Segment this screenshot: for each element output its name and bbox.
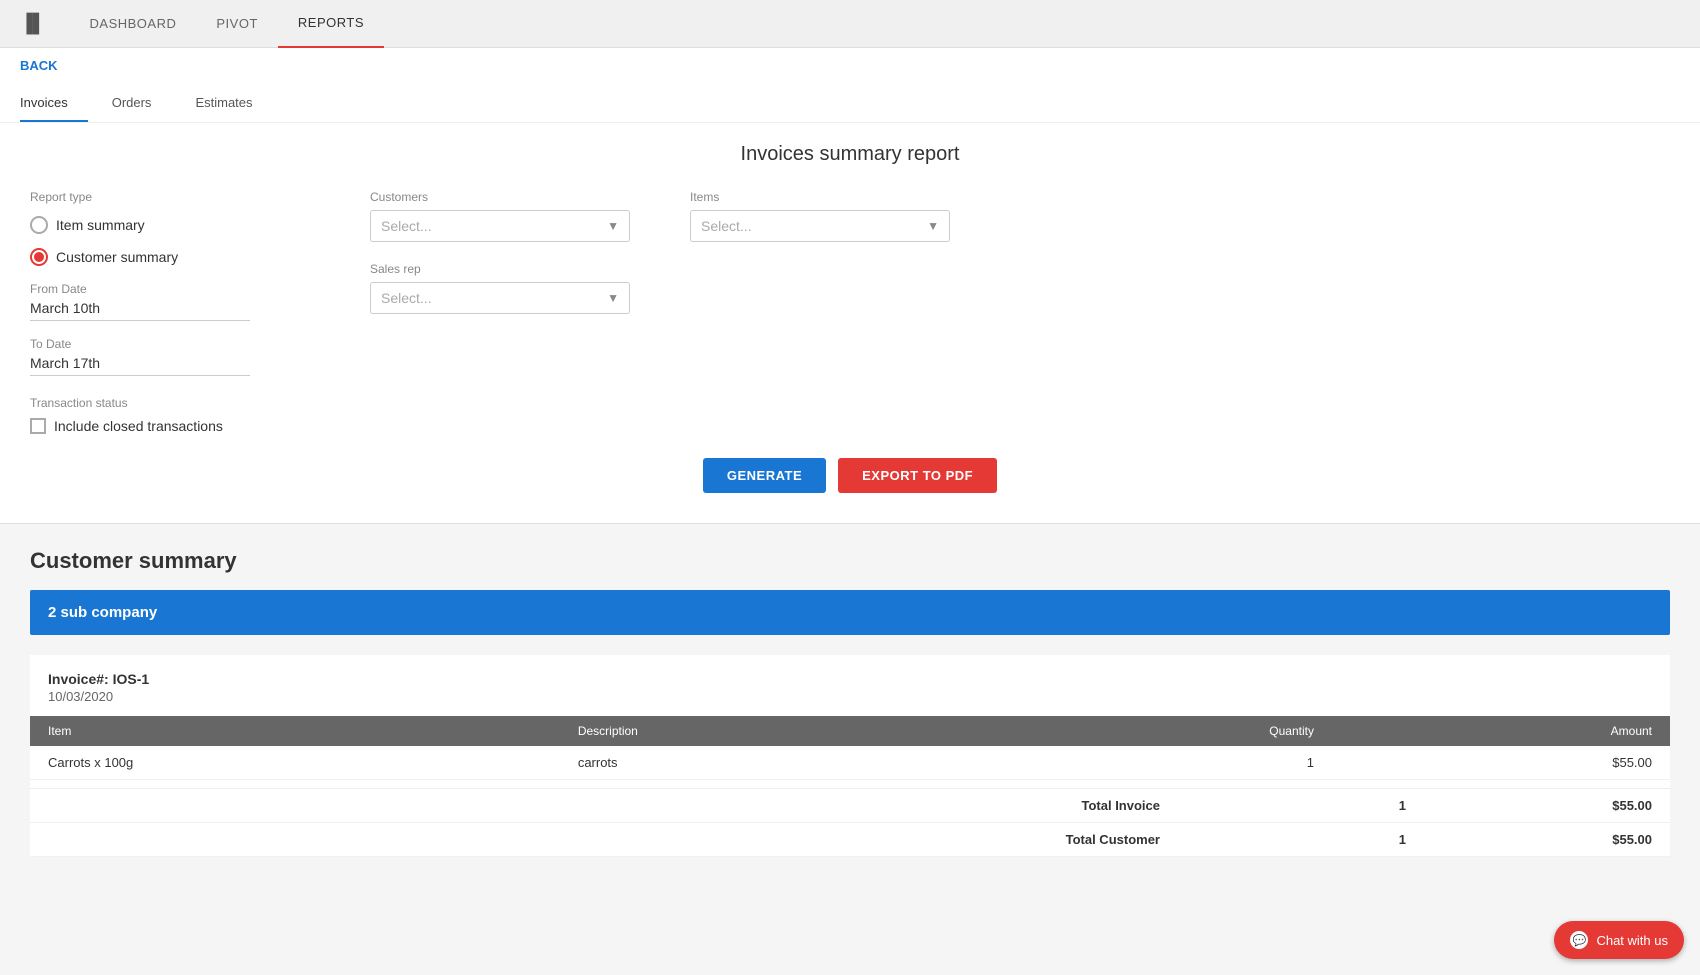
include-closed-checkbox[interactable]: Include closed transactions (30, 418, 330, 434)
col-item: Item (30, 716, 560, 746)
to-date-field: To Date March 17th (30, 337, 330, 376)
sales-rep-select[interactable]: Select... ▼ (370, 282, 630, 314)
total-customer-amount: $55.00 (1424, 823, 1670, 857)
transaction-status-label: Transaction status (30, 396, 330, 410)
sales-rep-dropdown-group: Sales rep Select... ▼ (370, 262, 1670, 314)
cell-description: carrots (560, 746, 980, 780)
invoice-date: 10/03/2020 (48, 689, 1652, 704)
cell-quantity: 1 (979, 746, 1332, 780)
total-invoice-qty: 1 (1178, 789, 1424, 823)
items-placeholder: Select... (701, 218, 752, 234)
items-select[interactable]: Select... ▼ (690, 210, 950, 242)
items-dropdown-group: Items Select... ▼ (690, 190, 950, 242)
report-title: Invoices summary report (30, 143, 1670, 166)
total-invoice-summary-row: Total Invoice 1 $55.00 (30, 789, 1670, 823)
include-closed-label: Include closed transactions (54, 418, 223, 434)
from-date-label: From Date (30, 282, 330, 296)
sales-rep-label: Sales rep (370, 262, 1670, 276)
results-area: Customer summary 2 sub company Invoice#:… (0, 524, 1700, 897)
report-form: Invoices summary report Report type Item… (0, 123, 1700, 524)
customers-select[interactable]: Select... ▼ (370, 210, 630, 242)
back-link[interactable]: BACK (0, 48, 1700, 83)
tab-estimates[interactable]: Estimates (195, 83, 272, 122)
from-date-value[interactable]: March 10th (30, 300, 250, 321)
from-date-field: From Date March 10th (30, 282, 330, 321)
to-date-value[interactable]: March 17th (30, 355, 250, 376)
col-quantity: Quantity (979, 716, 1332, 746)
items-dropdown-arrow: ▼ (927, 219, 939, 233)
company-banner: 2 sub company (30, 590, 1670, 635)
sales-rep-placeholder: Select... (381, 290, 432, 306)
invoice-header: Invoice#: IOS-1 10/03/2020 (30, 671, 1670, 708)
cell-amount: $55.00 (1332, 746, 1670, 780)
total-customer-qty: 1 (1178, 823, 1424, 857)
customers-placeholder: Select... (381, 218, 432, 234)
col-amount: Amount (1332, 716, 1670, 746)
radio-item-summary[interactable]: Item summary (30, 216, 330, 234)
radio-customer-summary-label: Customer summary (56, 249, 178, 265)
form-right-panel: Customers Select... ▼ Items Select... ▼ … (370, 190, 1670, 434)
results-title: Customer summary (30, 548, 1670, 574)
total-customer-summary-row: Total Customer 1 $55.00 (30, 823, 1670, 857)
invoice-block: Invoice#: IOS-1 10/03/2020 Item Descript… (30, 655, 1670, 857)
nav-pivot[interactable]: PIVOT (196, 0, 278, 48)
invoice-number: Invoice#: IOS-1 (48, 671, 1652, 687)
radio-item-summary-label: Item summary (56, 217, 145, 233)
form-left-panel: Report type Item summary Customer summar… (30, 190, 330, 434)
customers-dropdown-group: Customers Select... ▼ (370, 190, 630, 242)
total-invoice-label: Total Invoice (850, 789, 1178, 823)
table-row: Carrots x 100g carrots 1 $55.00 (30, 746, 1670, 780)
radio-customer-summary[interactable]: Customer summary (30, 248, 330, 266)
nav-reports[interactable]: REPORTS (278, 0, 384, 48)
action-buttons: GENERATE EXPORT TO PDF (30, 458, 1670, 493)
generate-button[interactable]: GENERATE (703, 458, 826, 493)
chat-label: Chat with us (1596, 933, 1668, 948)
sales-rep-dropdown-arrow: ▼ (607, 291, 619, 305)
export-pdf-button[interactable]: EXPORT TO PDF (838, 458, 997, 493)
total-customer-label: Total Customer (850, 823, 1178, 857)
items-label: Items (690, 190, 950, 204)
cell-item: Carrots x 100g (30, 746, 560, 780)
total-invoice-table: Total Invoice 1 $55.00 Total Customer 1 … (30, 788, 1670, 857)
total-invoice-amount: $55.00 (1424, 789, 1670, 823)
col-description: Description (560, 716, 980, 746)
tab-orders[interactable]: Orders (112, 83, 172, 122)
report-type-label: Report type (30, 190, 330, 204)
dropdowns-row: Customers Select... ▼ Items Select... ▼ (370, 190, 1670, 262)
customers-label: Customers (370, 190, 630, 204)
radio-item-summary-circle (30, 216, 48, 234)
top-nav: ▐▌ DASHBOARD PIVOT REPORTS (0, 0, 1700, 48)
to-date-label: To Date (30, 337, 330, 351)
app-logo-icon: ▐▌ (20, 13, 46, 34)
sub-tabs: Invoices Orders Estimates (0, 83, 1700, 123)
radio-customer-summary-circle (30, 248, 48, 266)
tab-invoices[interactable]: Invoices (20, 83, 88, 122)
chat-button[interactable]: Chat with us (1554, 921, 1684, 959)
chat-icon (1570, 931, 1588, 949)
nav-dashboard[interactable]: DASHBOARD (70, 0, 197, 48)
customers-dropdown-arrow: ▼ (607, 219, 619, 233)
invoice-table: Item Description Quantity Amount Carrots… (30, 716, 1670, 780)
checkbox-icon (30, 418, 46, 434)
